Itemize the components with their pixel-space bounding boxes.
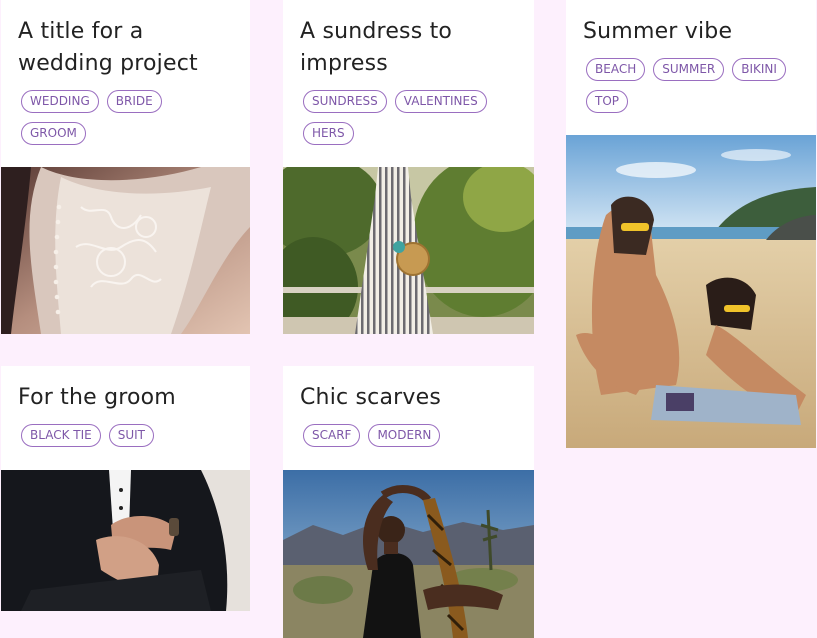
tag-chip[interactable]: SUNDRESS [303,90,387,113]
tag-chip[interactable]: SUIT [108,424,154,447]
tag-list: SUNDRESS VALENTINES HERS [300,90,518,145]
pin-card-wedding[interactable]: A title for a wedding project WEDDING BR… [1,0,250,334]
tag-chip[interactable]: BRIDE [106,90,162,113]
tag-chip[interactable]: SCARF [303,424,361,447]
tag-chip[interactable]: MODERN [368,424,441,447]
groom-suit-photo[interactable] [1,470,250,611]
tag-chip[interactable]: BEACH [586,58,646,81]
sundress-photo[interactable] [283,167,534,334]
tag-list: BLACK TIE SUIT [18,424,234,447]
tag-chip[interactable]: TOP [586,90,629,113]
tag-chip[interactable]: GROOM [21,122,86,145]
beach-photo[interactable] [566,135,816,448]
tag-chip[interactable]: HERS [303,122,354,145]
tag-chip[interactable]: VALENTINES [394,90,487,113]
tag-chip[interactable]: BLACK TIE [21,424,101,447]
pin-card-groom[interactable]: For the groom BLACK TIE SUIT [1,366,250,611]
card-title: A title for a wedding project [18,19,198,76]
tag-list: SCARF MODERN [300,424,518,447]
card-title: A sundress to impress [300,19,453,76]
card-title: Chic scarves [300,385,442,410]
pin-card-scarves[interactable]: Chic scarves SCARF MODERN [283,366,534,638]
tag-chip[interactable]: WEDDING [21,90,99,113]
card-title: Summer vibe [583,19,733,44]
pin-card-sundress[interactable]: A sundress to impress SUNDRESS VALENTINE… [283,0,534,334]
tag-chip[interactable]: SUMMER [653,58,725,81]
pin-card-summer[interactable]: Summer vibe BEACH SUMMER BIKINI TOP [566,0,816,448]
tag-chip[interactable]: BIKINI [732,58,786,81]
scarf-photo[interactable] [283,470,534,638]
tag-list: BEACH SUMMER BIKINI TOP [583,58,800,113]
wedding-dress-photo[interactable] [1,167,250,334]
card-title: For the groom [18,385,176,410]
tag-list: WEDDING BRIDE GROOM [18,90,234,145]
